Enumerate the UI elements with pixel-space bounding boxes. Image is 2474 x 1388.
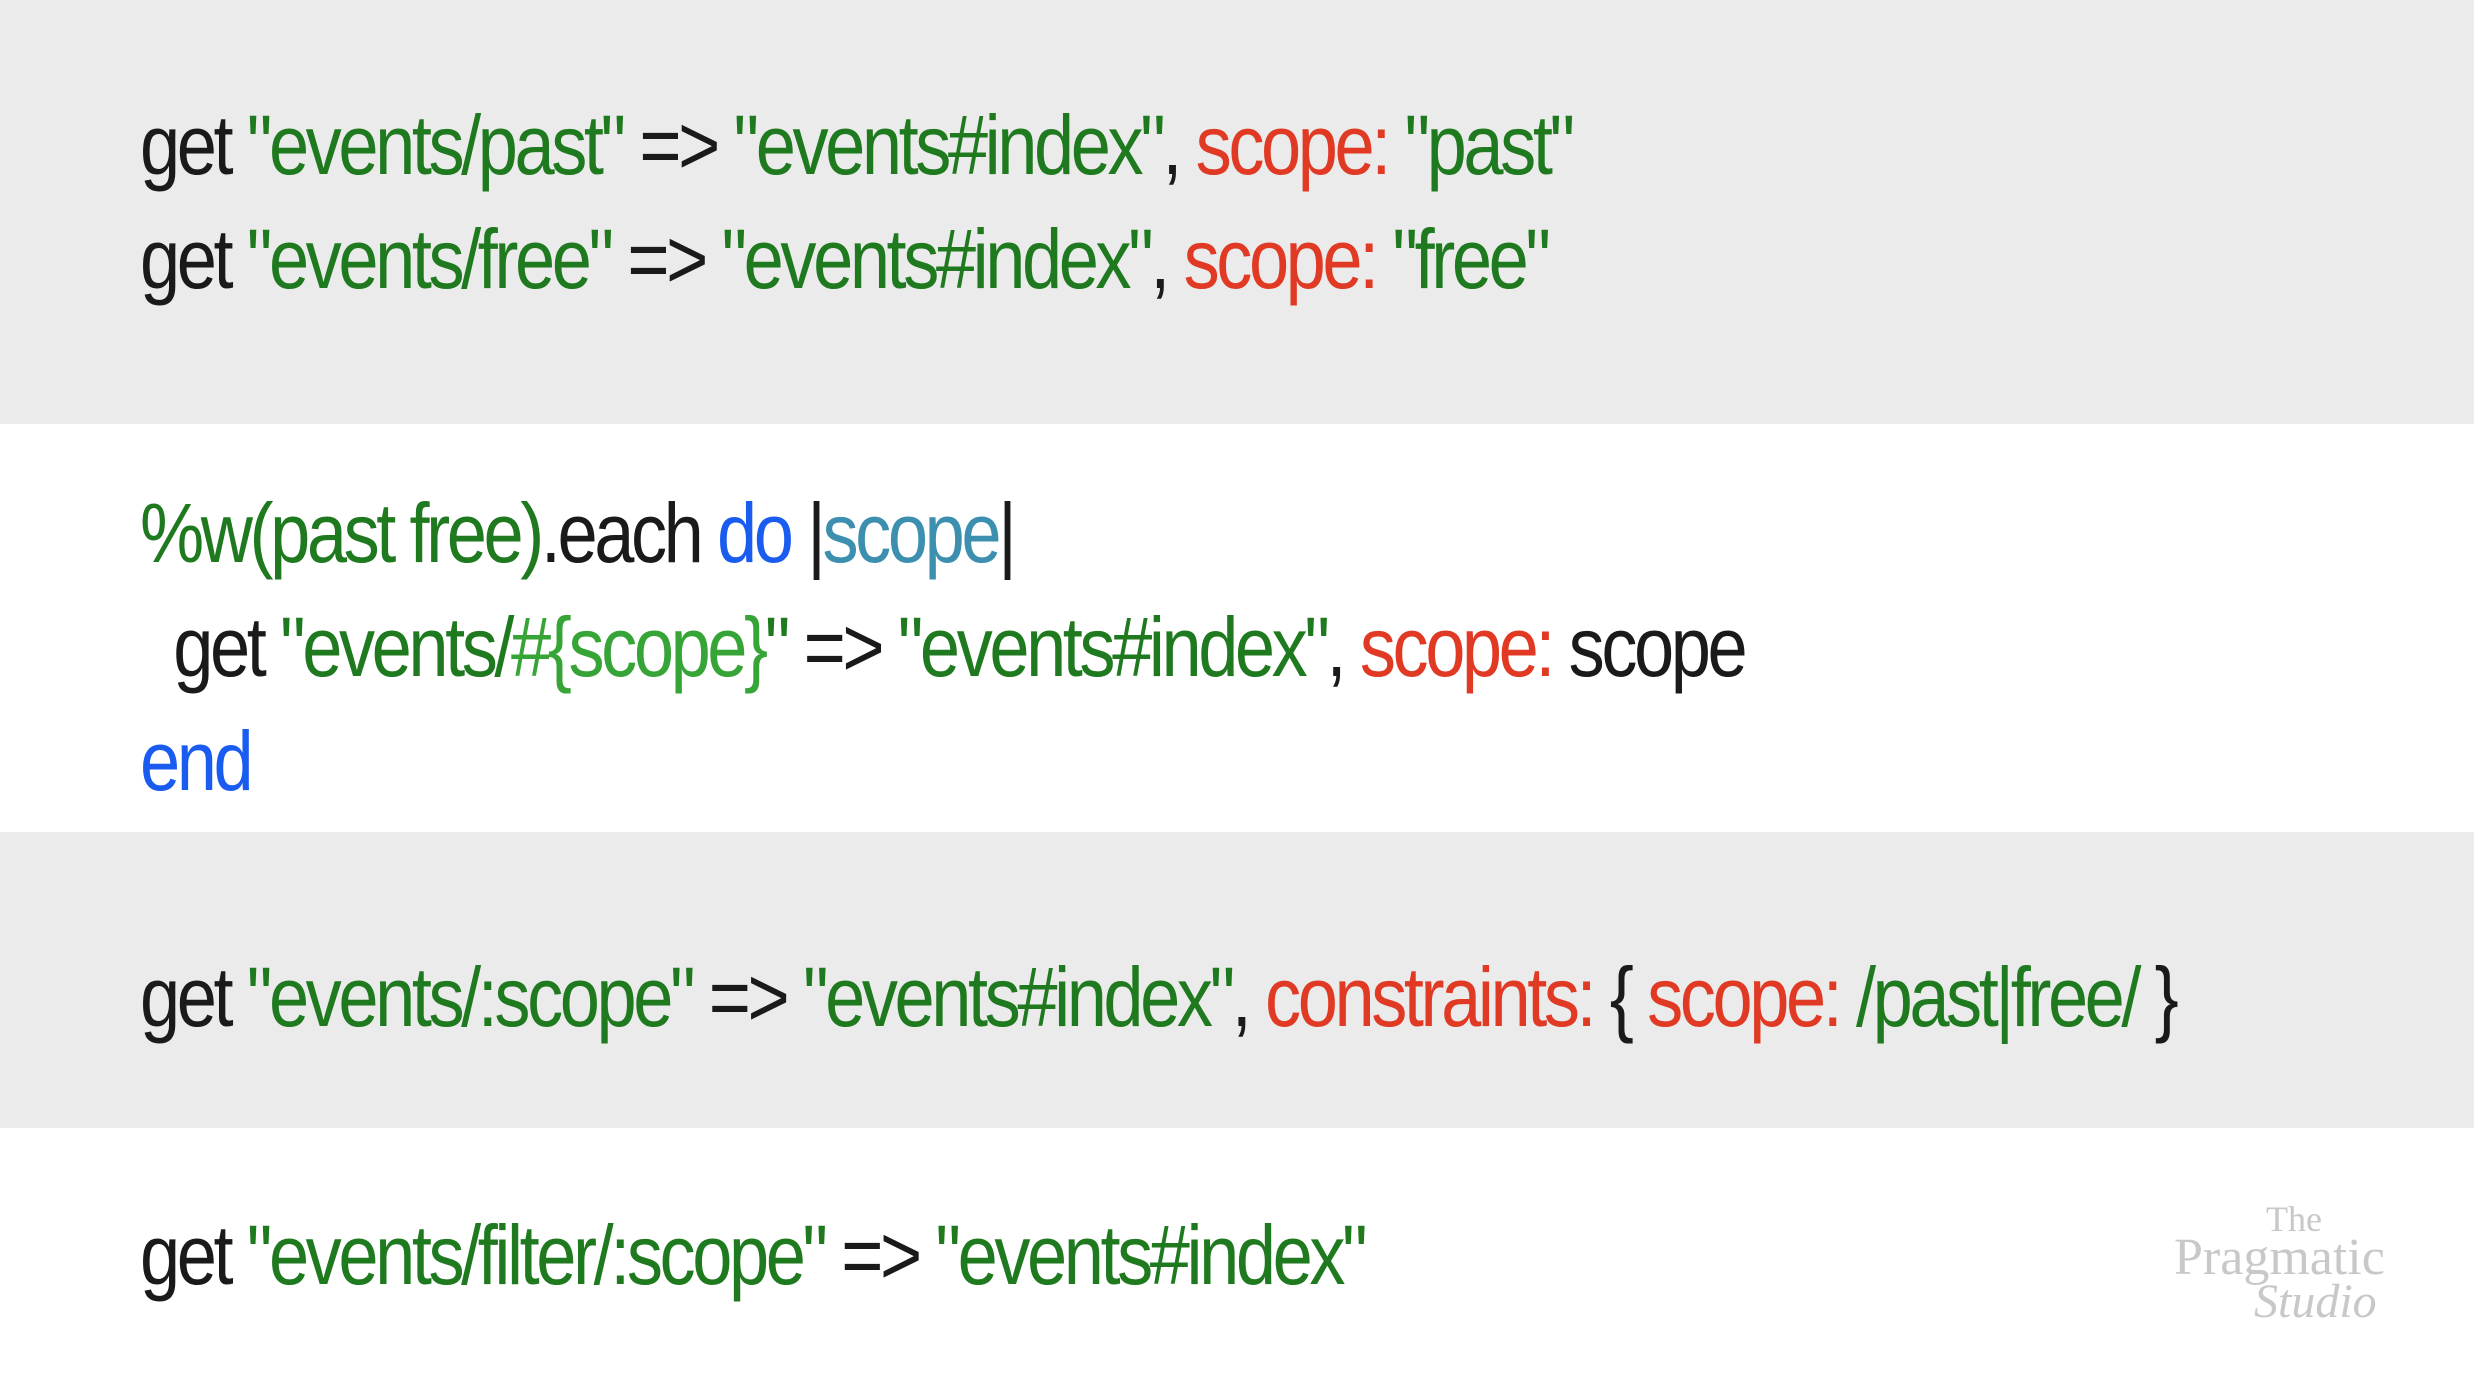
code-token: scope: [1359,600,1569,694]
code-token: .each [540,486,718,580]
code-token: constraints: [1265,950,1610,1044]
code-token: | [998,486,1017,580]
brand-studio: Studio [2254,1275,2377,1328]
code-token: , [1231,950,1266,1044]
code-token: " [764,600,791,694]
code-token: scope: [1195,98,1405,192]
pragmatic-studio-watermark: The Pragmatic Studio [2174,1198,2434,1328]
code-token: scope: [1647,950,1856,1044]
code-token: "past" [1404,98,1575,192]
code-token: "events/filter/:scope" [246,1208,828,1302]
code-token: "events/ [280,600,514,694]
code-token: "events/:scope" [246,950,696,1044]
code-block-each-loop: %w(past free).each do |scope| get "event… [0,424,2474,832]
code-token: do [717,486,794,580]
code-token: end [140,714,254,808]
code-token: , [1162,98,1196,192]
code-token: => [622,98,734,192]
code-line: get "events/past" => "events#index", sco… [140,88,2147,202]
code-token: "events#index" [733,98,1166,192]
code-line: end [140,704,2147,818]
code-token: /past|free/ [1855,950,2142,1044]
code-token: => [824,1208,936,1302]
code-line: get "events/free" => "events#index", sco… [140,202,2147,316]
code-token: #{scope} [511,600,768,694]
code-token: scope [822,486,1001,580]
code-token: { [1609,950,1648,1044]
code-line: get "events/#{scope}" => "events#index",… [140,590,2147,704]
code-token: get [140,950,247,1044]
code-token: => [692,950,803,1044]
code-token: | [790,486,826,580]
code-token: "events#index" [897,600,1330,694]
code-token: "events#index" [935,1208,1367,1302]
code-line: %w(past free).each do |scope| [140,476,2147,590]
code-token: %w(past free) [140,486,544,580]
code-token: "events/past" [246,98,626,192]
code-token: get [140,1208,247,1302]
code-token: => [786,600,898,694]
code-token: "events/free" [246,212,614,306]
code-line: get "events/filter/:scope" => "events#in… [140,1198,2147,1312]
code-line: get "events/:scope" => "events#index", c… [140,940,2179,1054]
code-token: , [1150,212,1184,306]
code-block-constraints: get "events/:scope" => "events#index", c… [0,832,2474,1128]
code-block-explicit-routes: get "events/past" => "events#index", sco… [0,0,2474,424]
code-token: get [140,212,247,306]
code-token: get [140,600,281,694]
code-block-filter-route: get "events/filter/:scope" => "events#in… [0,1128,2474,1388]
code-token: get [140,98,247,192]
code-token: => [610,212,722,306]
code-token: scope [1568,600,1748,694]
code-token: "free" [1392,212,1551,306]
code-token: "events#index" [802,950,1235,1044]
code-token: , [1326,600,1360,694]
code-token: scope: [1183,212,1393,306]
slide: get "events/past" => "events#index", sco… [0,0,2474,1388]
code-token: "events#index" [721,212,1153,306]
code-token: } [2138,950,2179,1044]
